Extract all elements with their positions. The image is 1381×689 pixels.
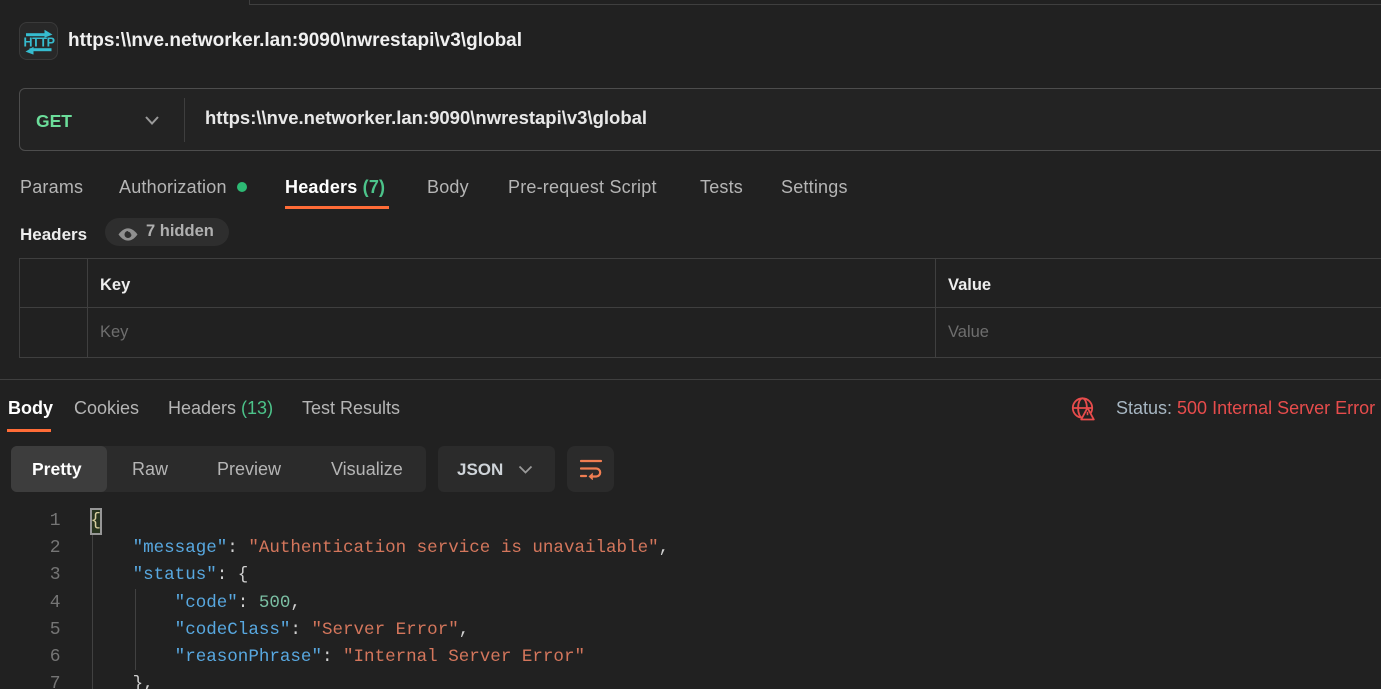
svg-text:HTTP: HTTP [23, 36, 54, 50]
